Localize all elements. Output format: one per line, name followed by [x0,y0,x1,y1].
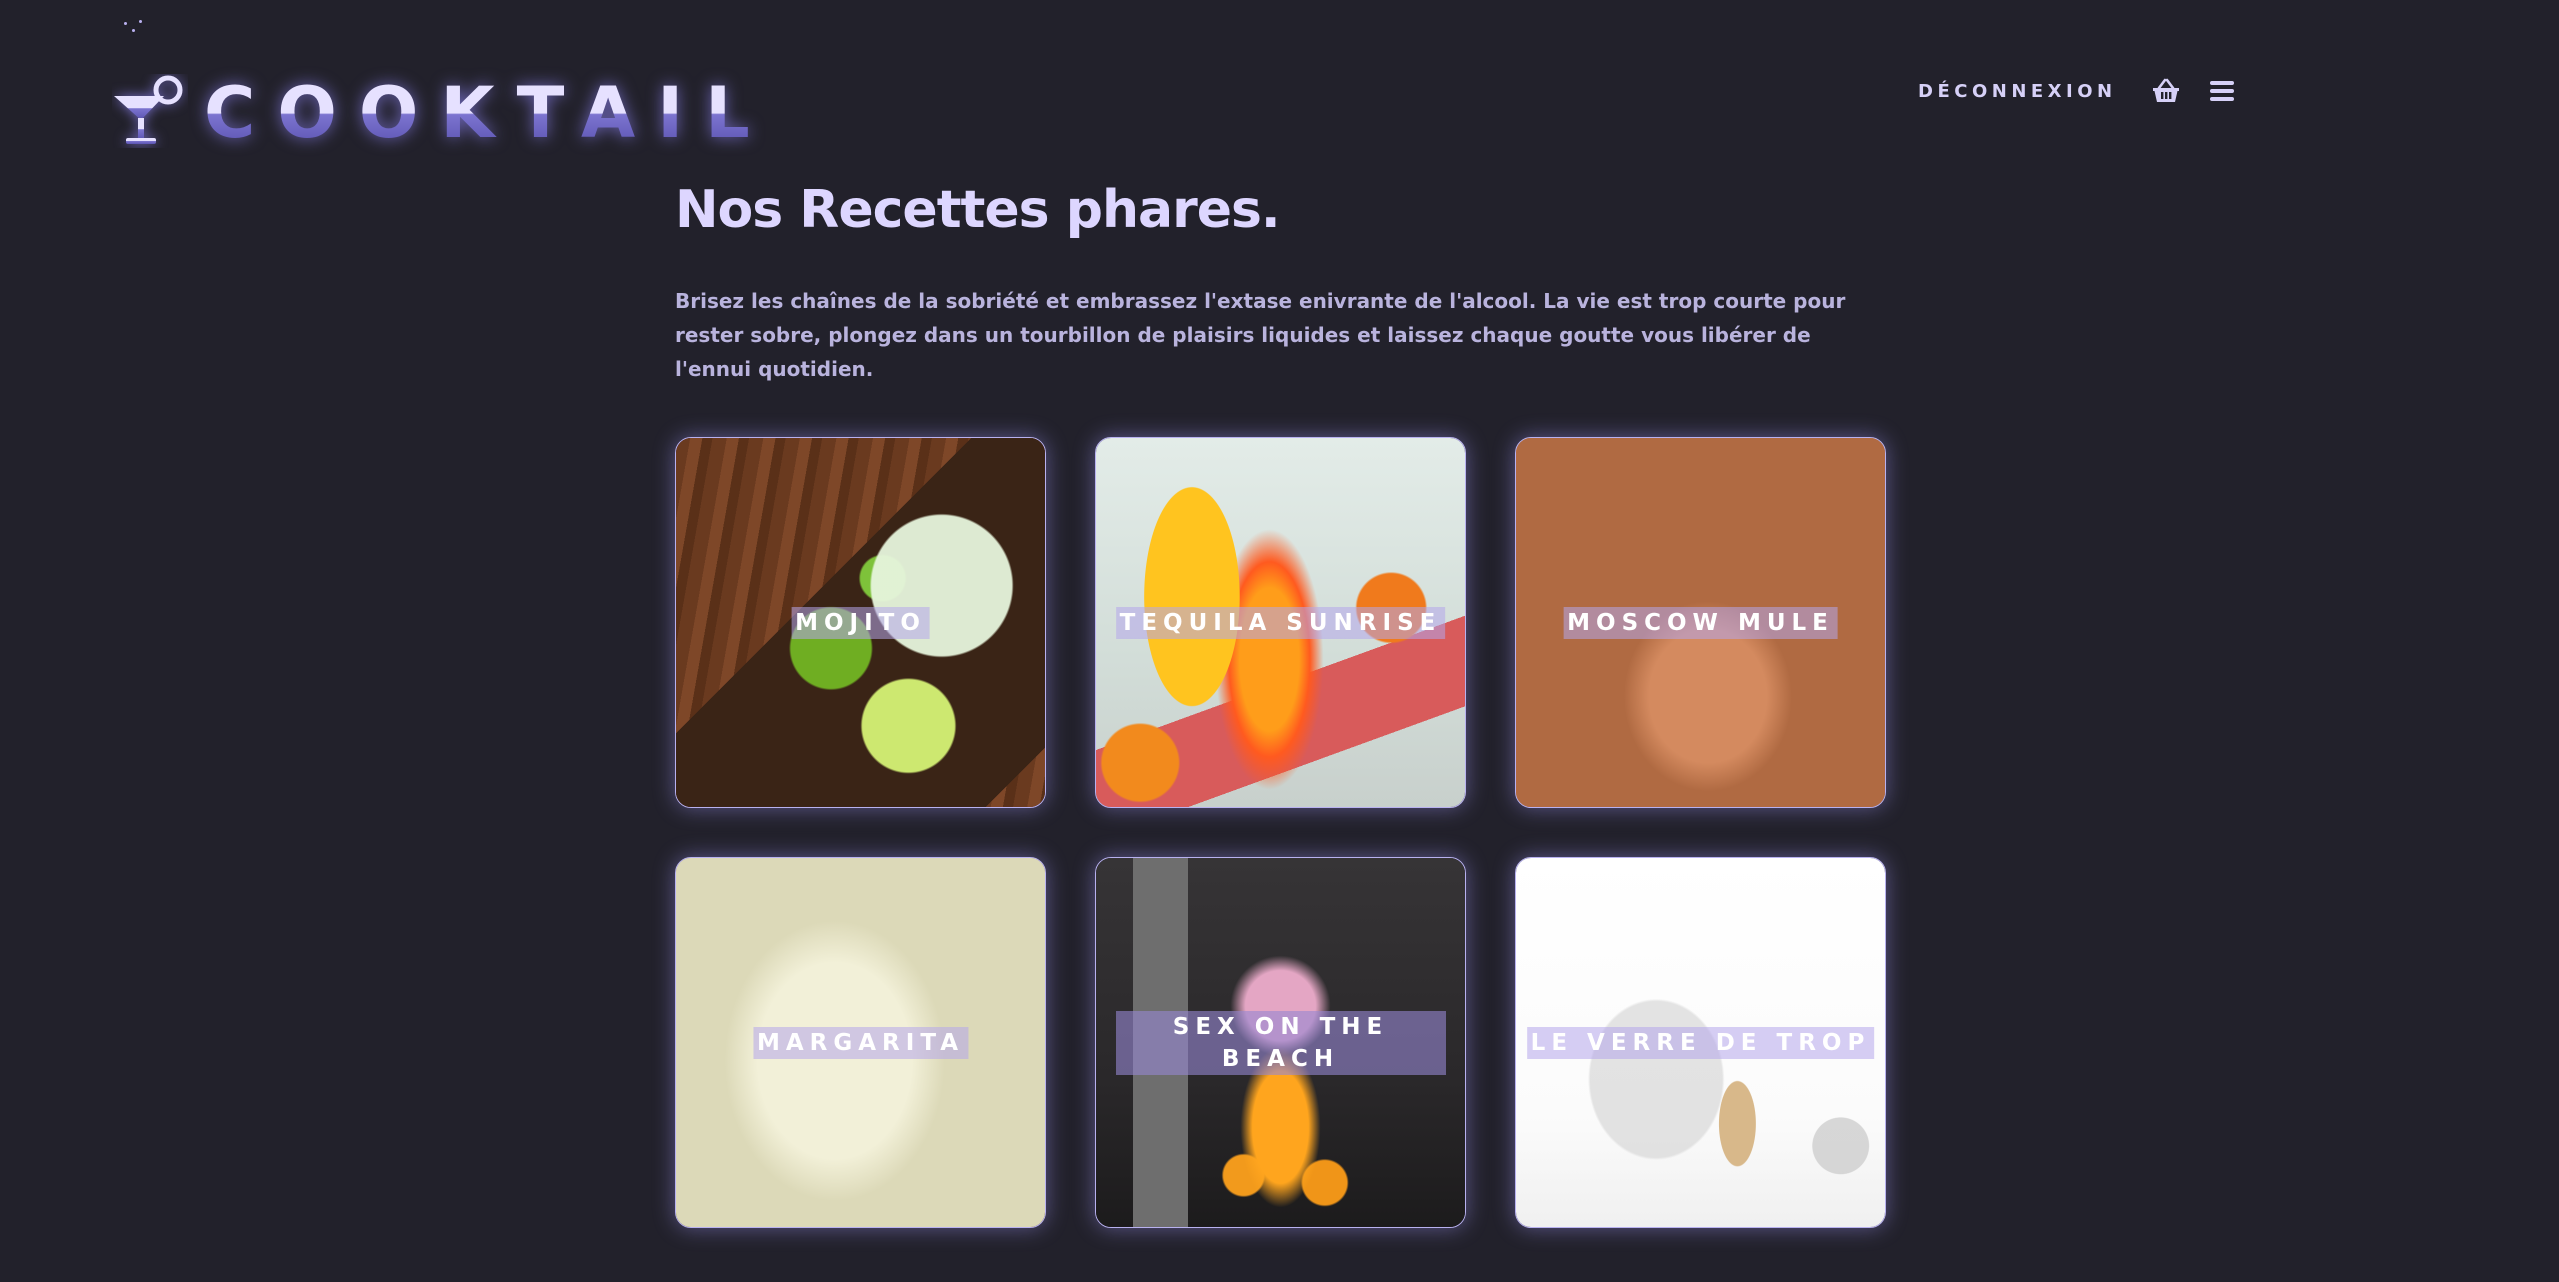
page-title: Nos Recettes phares. [675,180,1281,240]
recipe-card-label: MARGARITA [752,1026,969,1059]
recipe-card-moscow-mule[interactable]: MOSCOW MULE [1515,437,1886,808]
logo-text: COOKTAIL [204,72,772,154]
intro-text: Brisez les chaînes de la sobriété et emb… [675,289,1846,381]
logo-link[interactable]: COOKTAIL [112,74,772,148]
loader-dots-icon [124,20,148,36]
recipe-card-label: MOSCOW MULE [1563,606,1838,639]
cocktail-glass-icon [114,75,183,144]
recipe-card-le-verre-de-trop[interactable]: LE VERRE DE TROP [1515,857,1886,1228]
top-nav: DÉCONNEXION [1918,76,2237,106]
recipe-card-label: SEX ON THE BEACH [1115,1010,1446,1075]
logout-link[interactable]: DÉCONNEXION [1918,81,2117,102]
recipe-card-margarita[interactable]: MARGARITA [675,857,1046,1228]
recipe-grid: MOJITO TEQUILA SUNRISE MOSCOW MULE MARGA… [675,437,1886,1228]
recipe-card-mojito[interactable]: MOJITO [675,437,1046,808]
recipe-card-label: LE VERRE DE TROP [1526,1026,1875,1059]
recipe-card-label: TEQUILA SUNRISE [1115,606,1446,639]
recipe-card-label: MOJITO [791,606,930,639]
recipe-card-sex-on-the-beach[interactable]: SEX ON THE BEACH [1095,857,1466,1228]
page: COOKTAIL DÉCONNEXION Nos Recettes phares… [0,0,2559,1282]
basket-icon[interactable] [2151,76,2181,106]
hamburger-menu-icon[interactable] [2207,76,2237,106]
recipe-card-tequila-sunrise[interactable]: TEQUILA SUNRISE [1095,437,1466,808]
